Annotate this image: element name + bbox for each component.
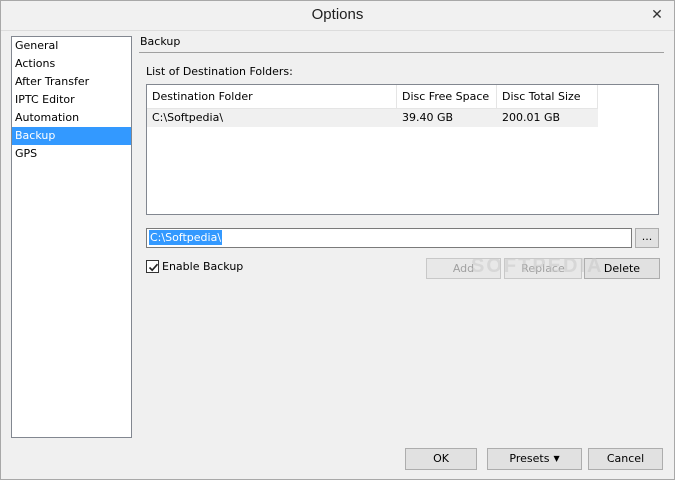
nav-item-gps[interactable]: GPS [12, 145, 131, 163]
section-divider [139, 52, 664, 53]
delete-button[interactable]: Delete [584, 258, 660, 279]
replace-button[interactable]: Replace [504, 258, 582, 279]
title-bar[interactable]: Options ✕ [1, 1, 674, 31]
table-row[interactable]: C:\Softpedia\ 39.40 GB 200.01 GB [147, 109, 598, 127]
browse-button[interactable]: ... [635, 228, 659, 248]
enable-backup-label[interactable]: Enable Backup [162, 260, 243, 273]
column-header-disc-free-space[interactable]: Disc Free Space [397, 85, 497, 109]
destination-folders-table[interactable]: Destination Folder Disc Free Space Disc … [146, 84, 659, 215]
destination-folders-label: List of Destination Folders: [146, 65, 293, 78]
column-header-destination-folder[interactable]: Destination Folder [147, 85, 397, 109]
ok-button[interactable]: OK [405, 448, 477, 470]
window-title: Options [311, 6, 364, 23]
cell-disc-free-space: 39.40 GB [402, 111, 454, 124]
cancel-button[interactable]: Cancel [588, 448, 663, 470]
nav-item-actions[interactable]: Actions [12, 55, 131, 73]
folder-path-input[interactable]: C:\Softpedia\ [146, 228, 632, 248]
presets-button[interactable]: Presets ▼ [487, 448, 582, 470]
nav-item-iptc-editor[interactable]: IPTC Editor [12, 91, 131, 109]
options-window: Options ✕ General Actions After Transfer… [0, 0, 675, 480]
nav-item-automation[interactable]: Automation [12, 109, 131, 127]
section-title: Backup [140, 35, 181, 48]
chevron-down-icon: ▼ [553, 454, 560, 463]
nav-item-backup[interactable]: Backup [12, 127, 131, 145]
checkbox-checked-icon[interactable] [146, 259, 159, 273]
folder-path-value: C:\Softpedia\ [149, 230, 223, 245]
cell-disc-total-size: 200.01 GB [502, 111, 561, 124]
nav-item-general[interactable]: General [12, 37, 131, 55]
nav-item-after-transfer[interactable]: After Transfer [12, 73, 131, 91]
presets-label: Presets [509, 452, 550, 465]
options-category-list[interactable]: General Actions After Transfer IPTC Edit… [11, 36, 132, 438]
table-header: Destination Folder Disc Free Space Disc … [147, 85, 598, 109]
column-header-disc-total-size[interactable]: Disc Total Size [497, 85, 598, 109]
cell-destination-folder: C:\Softpedia\ [152, 111, 224, 124]
close-icon[interactable]: ✕ [646, 5, 668, 25]
add-button[interactable]: Add [426, 258, 501, 279]
enable-backup-checkbox[interactable]: Enable Backup [146, 259, 243, 273]
